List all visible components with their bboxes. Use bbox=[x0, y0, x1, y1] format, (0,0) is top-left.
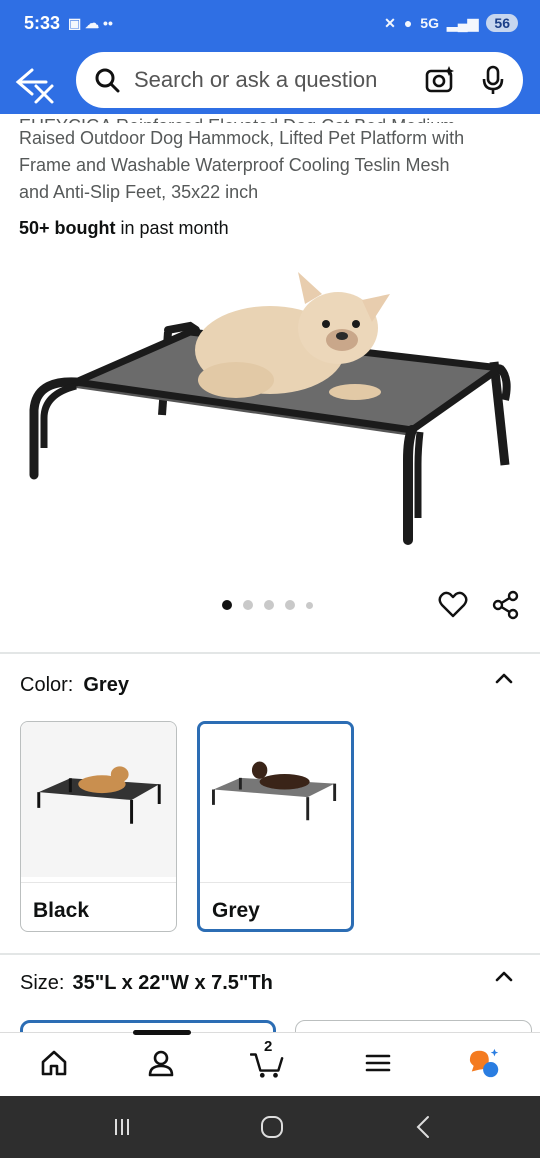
selected-color: Grey bbox=[83, 674, 129, 696]
mute-icon: ✕ bbox=[384, 14, 396, 31]
account-icon bbox=[148, 1050, 174, 1077]
nav-menu[interactable] bbox=[361, 1044, 395, 1082]
search-input[interactable] bbox=[134, 67, 425, 93]
carousel-dot[interactable] bbox=[264, 600, 274, 610]
status-time: 5:33 bbox=[24, 12, 61, 33]
product-title[interactable]: EHEYCIGA Reinforced Elevated Dog Cot Bed… bbox=[19, 116, 524, 206]
nav-active-indicator bbox=[133, 1030, 191, 1035]
home-button-icon[interactable] bbox=[258, 1113, 286, 1141]
swatch-label: Grey bbox=[200, 882, 351, 929]
product-title-cut-line: EHEYCIGA Reinforced Elevated Dog Cot Bed… bbox=[19, 113, 524, 123]
rufus-icon bbox=[469, 1048, 499, 1078]
selected-size: 35"L x 22"W x 7.5"Th bbox=[72, 972, 273, 994]
notification-icons: ▣ ☁ •• bbox=[68, 14, 113, 31]
image-carousel-dots[interactable] bbox=[222, 600, 313, 610]
bought-in-past-month: 50+ bought in past month bbox=[19, 218, 229, 239]
battery-level: 56 bbox=[486, 14, 518, 32]
product-title-line: Frame and Washable Waterproof Cooling Te… bbox=[19, 155, 450, 175]
product-image[interactable] bbox=[0, 250, 540, 580]
status-bar: 5:33 ▣ ☁ •• ✕ ● 5G ▂▄▆ 56 bbox=[0, 0, 540, 46]
microphone-icon[interactable] bbox=[481, 65, 505, 95]
chevron-up-icon[interactable] bbox=[492, 666, 516, 690]
cart-count: 2 bbox=[264, 1038, 273, 1055]
nav-rufus[interactable] bbox=[468, 1044, 502, 1082]
section-divider bbox=[0, 652, 540, 654]
heart-icon[interactable] bbox=[438, 590, 468, 620]
chevron-up-icon[interactable] bbox=[492, 964, 516, 988]
product-page: 5:33 ▣ ☁ •• ✕ ● 5G ▂▄▆ 56 Search or ask … bbox=[0, 0, 540, 1158]
header bbox=[0, 46, 540, 114]
section-divider bbox=[0, 953, 540, 955]
carousel-dot[interactable] bbox=[285, 600, 295, 610]
camera-search-icon[interactable] bbox=[425, 65, 455, 95]
location-icon: ● bbox=[403, 15, 413, 31]
nav-home[interactable] bbox=[37, 1044, 71, 1082]
status-right: ✕ ● 5G ▂▄▆ 56 bbox=[384, 14, 518, 32]
product-title-line: Raised Outdoor Dog Hammock, Lifted Pet P… bbox=[19, 128, 465, 148]
menu-icon bbox=[365, 1054, 391, 1072]
bought-period: in past month bbox=[115, 218, 229, 238]
size-label-text: Size: bbox=[20, 972, 65, 994]
swatch-thumbnail bbox=[21, 722, 176, 877]
size-selector-label: Size: 35"L x 22"W x 7.5"Th bbox=[20, 972, 273, 995]
network-label: 5G bbox=[420, 15, 439, 31]
status-left: 5:33 ▣ ☁ •• bbox=[24, 13, 113, 34]
search-icon bbox=[95, 68, 120, 93]
carousel-dot[interactable] bbox=[306, 601, 313, 609]
color-selector-label: Color: Grey bbox=[20, 674, 129, 697]
search-bar[interactable] bbox=[76, 52, 523, 108]
signal-icon: ▂▄▆ bbox=[446, 14, 479, 31]
back-icon[interactable] bbox=[410, 1113, 438, 1141]
share-icon[interactable] bbox=[491, 590, 521, 620]
color-label-text: Color: bbox=[20, 674, 74, 696]
carousel-dot[interactable] bbox=[243, 600, 253, 610]
carousel-dot[interactable] bbox=[222, 600, 232, 610]
swatch-label: Black bbox=[21, 882, 176, 931]
nav-account[interactable] bbox=[144, 1044, 178, 1082]
home-icon bbox=[41, 1050, 67, 1076]
product-title-line: and Anti-Slip Feet, 35x22 inch bbox=[19, 182, 259, 202]
color-option-black[interactable]: Black bbox=[20, 721, 177, 932]
back-close-icon[interactable] bbox=[14, 62, 58, 106]
recent-apps-icon[interactable] bbox=[108, 1113, 136, 1141]
swatch-thumbnail bbox=[200, 724, 351, 877]
color-option-grey[interactable]: Grey bbox=[197, 721, 354, 932]
bought-count: 50+ bought bbox=[19, 218, 116, 238]
